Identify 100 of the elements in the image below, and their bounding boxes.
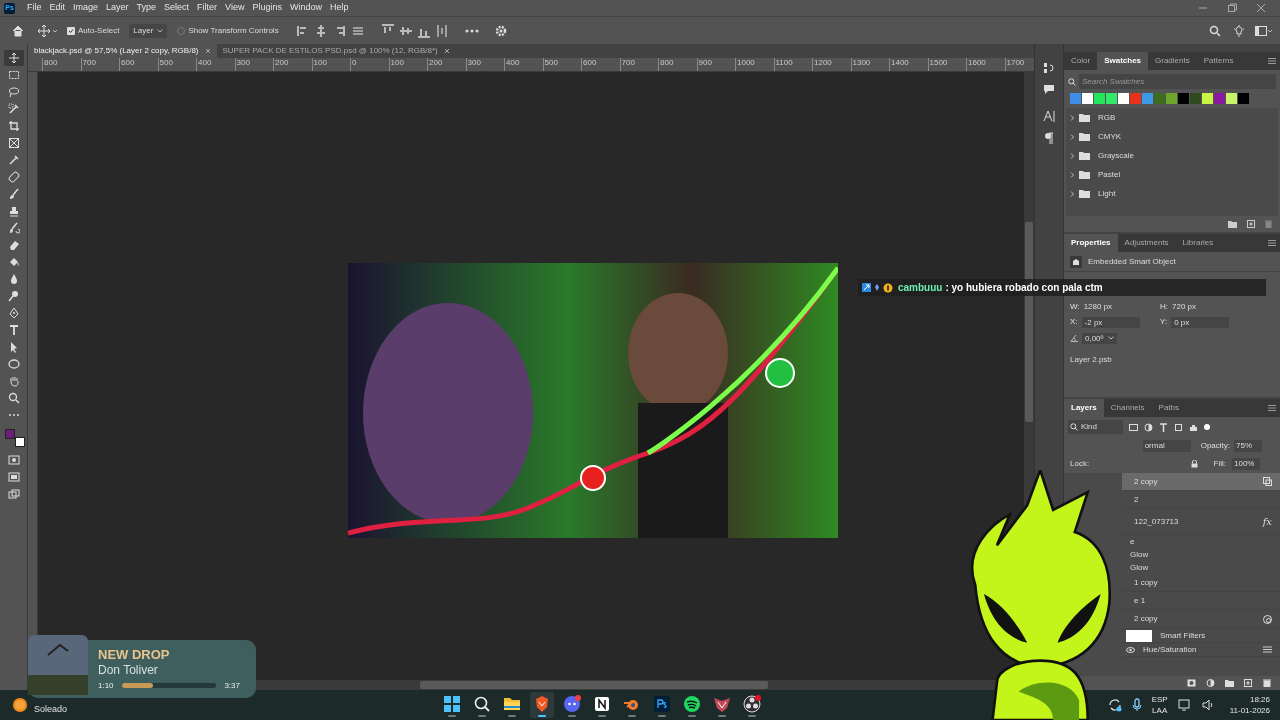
layer-row[interactable]: 2 [1122,491,1280,509]
foreground-color[interactable] [4,429,15,439]
color-swatch[interactable] [1190,93,1201,104]
new-swatch-icon[interactable] [1247,220,1255,228]
layer-row[interactable]: 2 copy [1122,473,1280,491]
angle-field[interactable]: 0,00º [1082,332,1117,344]
volume-icon[interactable] [1201,699,1214,711]
panel-tab[interactable]: Adjustments [1117,234,1176,252]
filter-toggle-icon[interactable] [1204,424,1210,430]
panel-tab[interactable]: Channels [1103,399,1152,417]
layer-row[interactable]: 122_073713 fx [1122,509,1280,535]
taskbar-app[interactable] [530,692,554,718]
document-tab[interactable]: blackjack.psd @ 57,5% (Layer 2 copy, RGB/8) [28,44,217,58]
color-swatch[interactable] [1082,93,1093,104]
color-swatch[interactable] [1226,93,1237,104]
menu-item[interactable]: Plugins [248,1,286,15]
scrollbar-thumb[interactable] [420,681,768,689]
blend-mode-dropdown[interactable]: ormal [1142,440,1191,452]
menu-item[interactable]: Window [286,1,326,15]
menu-item[interactable]: File [23,1,46,15]
input-field[interactable]: 0 px [1171,316,1230,328]
panel-tab[interactable]: Patterns [1196,52,1241,70]
clock[interactable]: 18:26 11-01-2026 [1229,694,1270,716]
color-swatch[interactable] [1178,93,1189,104]
close-icon[interactable] [1256,3,1266,13]
color-swatch[interactable] [1070,93,1081,104]
panel-menu-icon[interactable] [1268,240,1276,246]
close-icon[interactable] [204,48,211,54]
swatch-group[interactable]: CMYK [1066,127,1278,146]
color-swatch[interactable] [1130,93,1141,104]
layer-dropdown[interactable]: Layer [129,23,168,38]
menu-item[interactable]: Help [326,1,353,15]
auto-select-checkbox[interactable] [67,26,75,35]
smart-filter-icon[interactable] [1189,422,1198,432]
more-icon[interactable] [464,28,479,33]
workspace-icon[interactable] [1255,25,1273,36]
home-icon[interactable] [11,23,25,38]
color-swatch[interactable] [1106,93,1117,104]
document-tab[interactable]: SUPER PACK DE ESTILOS PSD.psd @ 100% (12, RGB/8*) [216,44,456,58]
panel-menu-icon[interactable] [1268,58,1276,64]
history-icon[interactable] [1043,62,1055,74]
swatch-group[interactable]: Light [1066,184,1278,203]
input-field[interactable]: -2 px [1081,316,1140,328]
layer-row[interactable]: Smart Filters [1122,629,1280,643]
move-tool-icon[interactable] [37,23,59,38]
layer-row[interactable]: Hue/Saturation [1122,643,1280,657]
distribute-vertical-icon[interactable] [434,23,449,38]
color-swatch[interactable] [1214,93,1225,104]
menu-item[interactable]: Filter [193,1,222,15]
layer-row[interactable]: 1 copy [1122,574,1280,592]
artboard-icon[interactable] [7,489,20,499]
quick-mask-icon[interactable] [7,455,20,465]
color-swatch[interactable] [1094,93,1105,104]
layer-mask-icon[interactable] [1187,679,1196,687]
panel-tab[interactable]: Libraries [1175,234,1221,252]
menu-item[interactable]: Select [160,1,194,15]
color-swatch[interactable] [1142,93,1153,104]
search-field[interactable]: Search Swatches [1079,74,1276,89]
taskbar-app[interactable] [740,692,764,718]
layer-row[interactable]: e 1 [1122,592,1280,610]
new-layer-icon[interactable] [1244,679,1253,687]
type-filter-icon[interactable] [1159,422,1168,432]
color-swatch[interactable] [1238,93,1249,104]
layer-row[interactable]: 2 copy [1122,610,1280,629]
tool-button[interactable] [3,50,24,66]
network-icon[interactable] [1177,699,1192,711]
menu-item[interactable]: View [221,1,249,15]
panel-tab[interactable]: Color [1064,52,1098,70]
background-color[interactable] [14,437,25,447]
shape-filter-icon[interactable] [1174,422,1183,432]
language-indicator[interactable]: ESP LAA [1151,694,1168,716]
color-swatch[interactable] [1202,93,1213,104]
new-folder-icon[interactable] [1228,220,1237,228]
paragraph-icon[interactable] [1044,132,1054,144]
swatch-group[interactable]: RGB [1066,108,1278,127]
color-swatch[interactable] [1154,93,1165,104]
panel-tab[interactable]: Properties [1064,234,1118,252]
opacity-field[interactable]: 75% [1234,440,1262,452]
menu-item[interactable]: Type [132,1,161,15]
sync-icon[interactable] [1107,698,1122,712]
adjustment-filter-icon[interactable] [1144,422,1153,432]
filter-dropdown[interactable]: Kind [1068,420,1123,434]
settings-icon[interactable] [494,24,507,37]
restore-icon[interactable] [1227,3,1237,13]
effects-badge[interactable]: fx [1262,514,1272,529]
fill-field[interactable]: 100% [1232,458,1260,470]
adjustment-layer-icon[interactable] [1206,679,1215,687]
panel-tab[interactable]: Gradients [1148,52,1197,70]
layer-row[interactable]: e [1122,535,1280,548]
lightbulb-icon[interactable] [1233,24,1245,37]
screen-mode-icon[interactable] [7,472,20,482]
menu-item[interactable]: Layer [102,1,133,15]
microphone-icon[interactable] [1131,698,1142,712]
panel-tab[interactable]: Layers [1064,399,1104,417]
lock-icon[interactable] [1190,460,1198,468]
swatch-group[interactable]: Grayscale [1066,146,1278,165]
eye-icon[interactable] [1126,646,1135,653]
sun-icon[interactable] [12,697,28,713]
character-icon[interactable] [1043,110,1055,122]
layer-row[interactable]: Glow [1122,561,1280,574]
